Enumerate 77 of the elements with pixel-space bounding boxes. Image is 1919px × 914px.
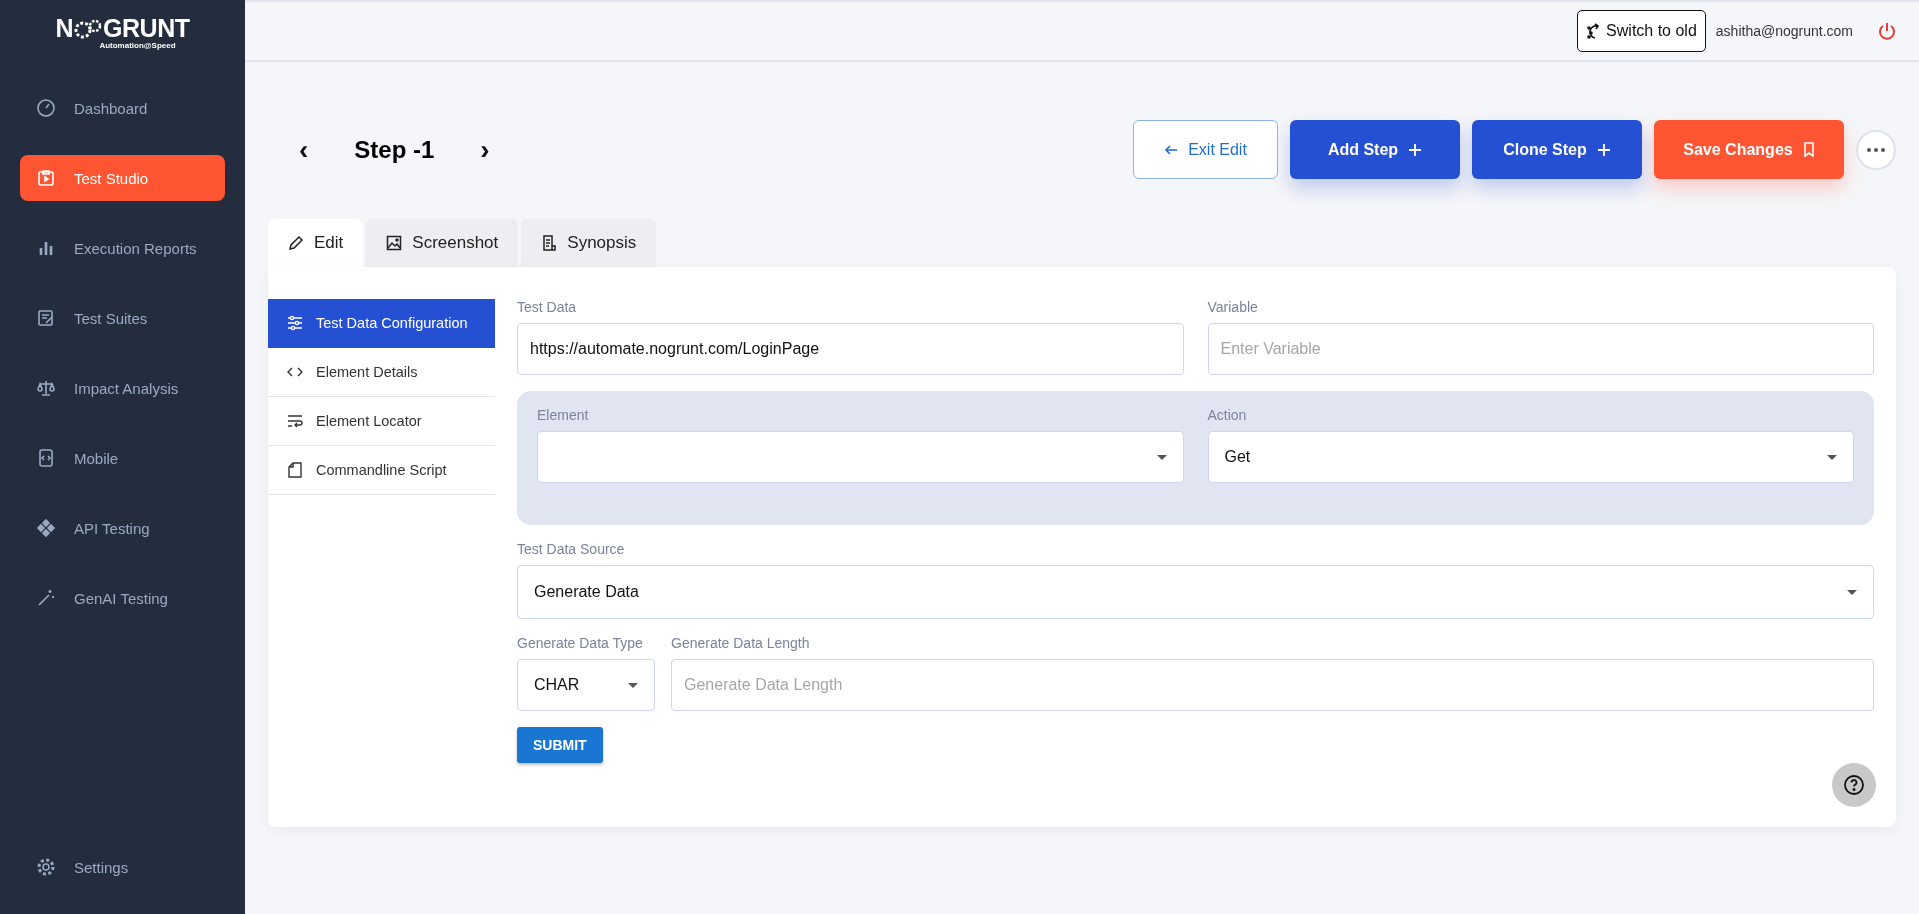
side-menu-item[interactable]: Element Details [268, 348, 495, 397]
sidebar-item-label: API Testing [74, 519, 150, 537]
more-icon [1867, 147, 1885, 152]
submit-button[interactable]: SUBMIT [517, 727, 603, 763]
caret-icon [628, 682, 638, 688]
clone-step-button[interactable]: Clone Step [1472, 120, 1642, 179]
sliders-icon [286, 314, 304, 332]
sidebar-item[interactable]: Mobile [20, 435, 225, 481]
scale-icon [36, 378, 56, 398]
sidebar-item-label: Execution Reports [74, 239, 197, 257]
tab[interactable]: Edit [268, 219, 364, 267]
sidebar-item[interactable]: Test Suites [20, 295, 225, 341]
sidebar-item-label: Test Studio [74, 169, 149, 187]
help-icon [1843, 774, 1865, 796]
settings-item[interactable]: Settings [20, 844, 225, 890]
field-label: Test Data Source [517, 541, 626, 557]
plus-icon [1408, 142, 1423, 157]
field-label: Element [537, 407, 590, 423]
logo-text: N [55, 14, 74, 43]
page-icon [286, 461, 304, 479]
plus-icon [1596, 142, 1611, 157]
next-step-button[interactable]: › [474, 135, 496, 164]
logo-text: GRUNT [103, 14, 190, 43]
pencil-icon [288, 235, 304, 251]
logo-tagline: Automation@Speed [99, 41, 176, 50]
step-title: Step -1 [354, 135, 435, 164]
action-dropdown[interactable]: Get [1207, 431, 1854, 483]
caret-icon [1156, 454, 1167, 460]
gears-logo-icon [73, 17, 104, 40]
field-label: Variable [1207, 299, 1259, 315]
sidebar-item-label: Mobile [74, 449, 119, 467]
variable-field[interactable]: Enter Variable [1207, 323, 1874, 375]
test-data-source-dropdown[interactable]: Generate Data [517, 565, 1874, 619]
field-label: Test Data [517, 299, 578, 315]
previous-step-button[interactable]: ‹ [293, 135, 315, 164]
arrow-left-icon [1164, 142, 1179, 157]
magic-wand-icon [36, 588, 56, 608]
tab[interactable]: Screenshot [366, 219, 519, 267]
image-icon [386, 235, 403, 251]
caret-icon [1827, 454, 1837, 460]
diamond-nodes-icon [36, 518, 56, 538]
help-button[interactable] [1832, 763, 1876, 807]
settings-label: Settings [74, 858, 129, 876]
caret-icon [1847, 589, 1857, 595]
test-data-field[interactable]: https://automate.nogrunt.com/LoginPage [517, 323, 1184, 375]
user-email: ashitha@nogrunt.com [1715, 23, 1853, 39]
mobile-code-icon [36, 448, 56, 468]
power-icon[interactable] [1877, 21, 1897, 41]
field-label: Generate Data Length [671, 635, 811, 651]
checklist-icon [36, 308, 56, 328]
sidebar-item[interactable]: Execution Reports [20, 225, 225, 271]
tab[interactable]: Synopsis [521, 219, 657, 267]
settings-icon [36, 857, 56, 877]
exit-edit-button[interactable]: Exit Edit [1133, 120, 1278, 179]
sidebar-item[interactable]: Dashboard [20, 85, 225, 131]
field-label: Generate Data Type [517, 635, 644, 651]
sidebar-item-label: Test Suites [74, 309, 148, 327]
more-options-button[interactable] [1856, 129, 1896, 170]
sidebar-item[interactable]: GenAI Testing [20, 575, 225, 621]
bookmark-icon [1802, 142, 1815, 157]
wrap-lines-icon [286, 412, 304, 430]
add-step-button[interactable]: Add Step [1290, 120, 1460, 179]
side-menu-item[interactable]: Element Locator [268, 397, 495, 446]
sidebar-item-label: Dashboard [74, 99, 148, 117]
sidebar-item-label: GenAI Testing [74, 589, 168, 607]
side-menu-item[interactable]: Commandline Script [268, 446, 495, 495]
data-type-dropdown[interactable]: CHAR [517, 659, 655, 711]
sidebar-item-label: Impact Analysis [74, 379, 179, 397]
gauge-icon [36, 98, 56, 118]
field-label: Action [1207, 407, 1248, 423]
document-icon [541, 235, 558, 251]
data-length-field[interactable]: Generate Data Length [671, 659, 1874, 711]
switch-to-old-button[interactable]: Switch to old [1577, 10, 1706, 52]
clipboard-play-icon [36, 168, 56, 188]
sidebar-item[interactable]: API Testing [20, 505, 225, 551]
side-menu-item[interactable]: Test Data Configuration [268, 299, 495, 348]
sidebar-item[interactable]: Impact Analysis [20, 365, 225, 411]
